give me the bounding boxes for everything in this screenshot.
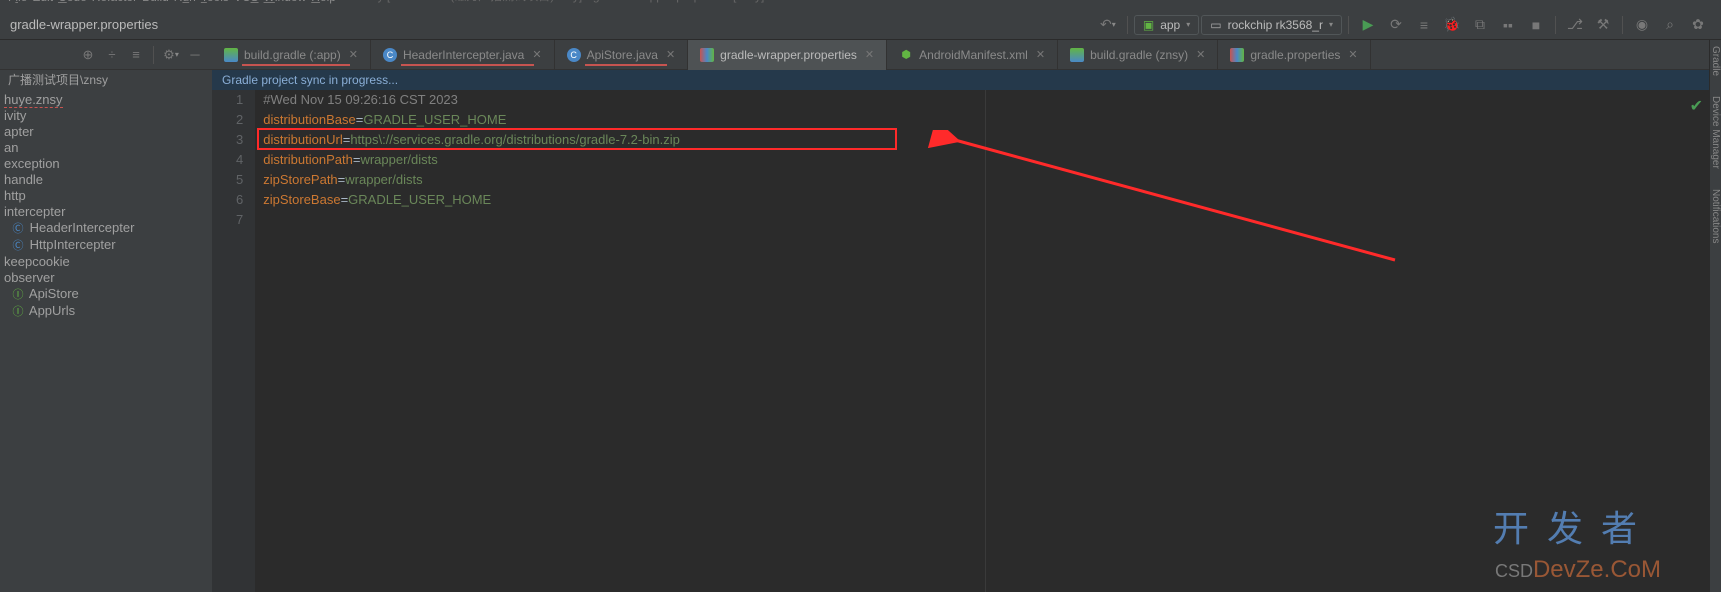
android-icon: ▣ [1143, 18, 1154, 32]
code-editor[interactable]: #Wed Nov 15 09:26:16 CST 2023 distributi… [255, 90, 1709, 592]
tab-label: build.gradle (znsy) [1090, 48, 1188, 62]
gradle-icon [1070, 48, 1084, 62]
properties-icon [700, 48, 714, 62]
tab-label: HeaderIntercepter.java [403, 48, 524, 62]
tab-apistore-java[interactable]: C ApiStore.java ✕ [555, 40, 689, 70]
line-gutter: 1234567 [212, 90, 255, 592]
navigation-toolbar: gradle-wrapper.properties ↶ ▾ ▣ app ▾ ▭ … [0, 10, 1721, 40]
right-tool-rail: Gradle Device Manager Notifications [1709, 40, 1721, 592]
run-button[interactable]: ▶ [1355, 13, 1381, 37]
attach-button[interactable]: ▪▪ [1495, 13, 1521, 37]
menu-code[interactable]: Code [58, 0, 87, 4]
tree-item[interactable]: Ⓘ AppUrls [0, 303, 212, 320]
right-tab-gradle[interactable]: Gradle [1710, 46, 1721, 76]
right-margin-guide [985, 90, 986, 592]
tab-label: ApiStore.java [587, 48, 658, 62]
tab-gradle-properties[interactable]: gradle.properties ✕ [1218, 40, 1370, 70]
menu-tools[interactable]: Tools [201, 0, 229, 4]
gear-icon[interactable]: ⚙ ▾ [160, 44, 182, 66]
tab-androidmanifest-xml[interactable]: ⬢ AndroidManifest.xml ✕ [887, 40, 1058, 70]
project-select-icon[interactable]: ⊕ [77, 44, 99, 66]
titlebar-path: znsy [D:\SDWEN(磁力广播测试项目)znsy] - gradle-w… [359, 0, 764, 4]
class-icon: C [383, 48, 397, 62]
tab-label: AndroidManifest.xml [919, 48, 1028, 62]
close-icon[interactable]: ✕ [1196, 48, 1205, 61]
tab-build-gradle-znsy-[interactable]: build.gradle (znsy) ✕ [1058, 40, 1218, 70]
tree-item[interactable]: apter [0, 124, 212, 140]
class-icon: Ⓒ [12, 238, 24, 254]
apply-code-button[interactable]: ≡ [1411, 13, 1437, 37]
vcs-button[interactable]: ⎇ [1562, 13, 1588, 37]
debug-button[interactable]: 🐞 [1439, 13, 1465, 37]
project-crumb[interactable]: 广播测试项目\znsy [0, 70, 212, 90]
tree-item[interactable]: observer [0, 270, 212, 286]
menu-refactor[interactable]: Refactor [92, 0, 137, 4]
xml-icon: ⬢ [899, 48, 913, 62]
watermark-text-1: 开 发 者 [1493, 500, 1641, 552]
editor-area: 1234567 #Wed Nov 15 09:26:16 CST 2023 di… [212, 90, 1709, 592]
breadcrumb: gradle-wrapper.properties [10, 17, 158, 32]
class-icon: Ⓒ [12, 221, 24, 237]
tab-gradle-wrapper-properties[interactable]: gradle-wrapper.properties ✕ [688, 40, 887, 70]
close-icon[interactable]: ✕ [532, 48, 541, 61]
right-tab-notifications[interactable]: Notifications [1710, 189, 1721, 243]
tab-headerintercepter-java[interactable]: C HeaderIntercepter.java ✕ [371, 40, 555, 70]
tab-label: build.gradle (:app) [244, 48, 341, 62]
tree-item[interactable]: Ⓒ HttpIntercepter [0, 237, 212, 254]
tree-item[interactable]: exception [0, 156, 212, 172]
tree-item[interactable]: ivity [0, 108, 212, 124]
device-icon: ▭ [1210, 18, 1221, 32]
close-icon[interactable]: ✕ [666, 48, 675, 61]
interface-icon: Ⓘ [12, 304, 24, 320]
menu-window[interactable]: Window [264, 0, 307, 4]
tree-item[interactable]: Ⓒ HeaderIntercepter [0, 220, 212, 237]
settings-button[interactable]: ✿ [1685, 13, 1711, 37]
properties-icon [1230, 48, 1244, 62]
inspection-ok-icon[interactable]: ✔ [1690, 96, 1703, 116]
right-tab-device-manager[interactable]: Device Manager [1710, 96, 1721, 169]
tab-row: ⊕ ÷ ≡ ⚙ ▾ ─ build.gradle (:app) ✕ C HeaderI… [0, 40, 1721, 70]
search-button[interactable]: ⌕ [1657, 13, 1683, 37]
gradle-icon [224, 48, 238, 62]
menu-vcs[interactable]: VCS [234, 0, 259, 4]
profile-button[interactable]: ⧉ [1467, 13, 1493, 37]
menu-edit[interactable]: Edit [32, 0, 53, 4]
sync-button[interactable]: ◉ [1629, 13, 1655, 37]
menu-run[interactable]: Run [174, 0, 196, 4]
menu-help[interactable]: Help [311, 0, 336, 4]
run-config-selector[interactable]: ▣ app ▾ [1134, 15, 1199, 35]
expand-icon[interactable]: ≡ [125, 44, 147, 66]
menu-file[interactable]: File [8, 0, 27, 4]
tree-item[interactable]: http [0, 188, 212, 204]
close-icon[interactable]: ✕ [865, 48, 874, 61]
apply-changes-button[interactable]: ⟳ [1383, 13, 1409, 37]
close-icon[interactable]: ✕ [1036, 48, 1045, 61]
device-selector[interactable]: ▭ rockchip rk3568_r ▾ [1201, 15, 1342, 35]
menu-build[interactable]: Build [142, 0, 169, 4]
tree-item[interactable]: intercepter [0, 204, 212, 220]
tree-item[interactable]: an [0, 140, 212, 156]
tree-item[interactable]: handle [0, 172, 212, 188]
tab-label: gradle.properties [1250, 48, 1340, 62]
tree-item[interactable]: keepcookie [0, 254, 212, 270]
tree-item[interactable]: huye.znsy [0, 92, 212, 108]
sync-banner: Gradle project sync in progress... [212, 70, 1709, 90]
interface-icon: Ⓘ [12, 287, 24, 303]
project-tree: 广播测试项目\znsy huye.znsy ivity apter an exc… [0, 70, 212, 592]
tab-build-gradle-app-[interactable]: build.gradle (:app) ✕ [212, 40, 371, 70]
hide-icon[interactable]: ─ [184, 44, 206, 66]
tab-label: gradle-wrapper.properties [720, 48, 857, 62]
class-icon: C [567, 48, 581, 62]
back-button[interactable]: ↶ ▾ [1095, 13, 1121, 37]
close-icon[interactable]: ✕ [1348, 48, 1357, 61]
collapse-icon[interactable]: ÷ [101, 44, 123, 66]
build-button[interactable]: ⚒ [1590, 13, 1616, 37]
tree-item[interactable]: Ⓘ ApiStore [0, 286, 212, 303]
stop-button[interactable]: ■ [1523, 13, 1549, 37]
main-menu-bar: File Edit Code Refactor Build Run Tools … [0, 0, 1721, 10]
close-icon[interactable]: ✕ [349, 48, 358, 61]
watermark-text-2: CSDDevZe.CoM [1495, 556, 1661, 584]
